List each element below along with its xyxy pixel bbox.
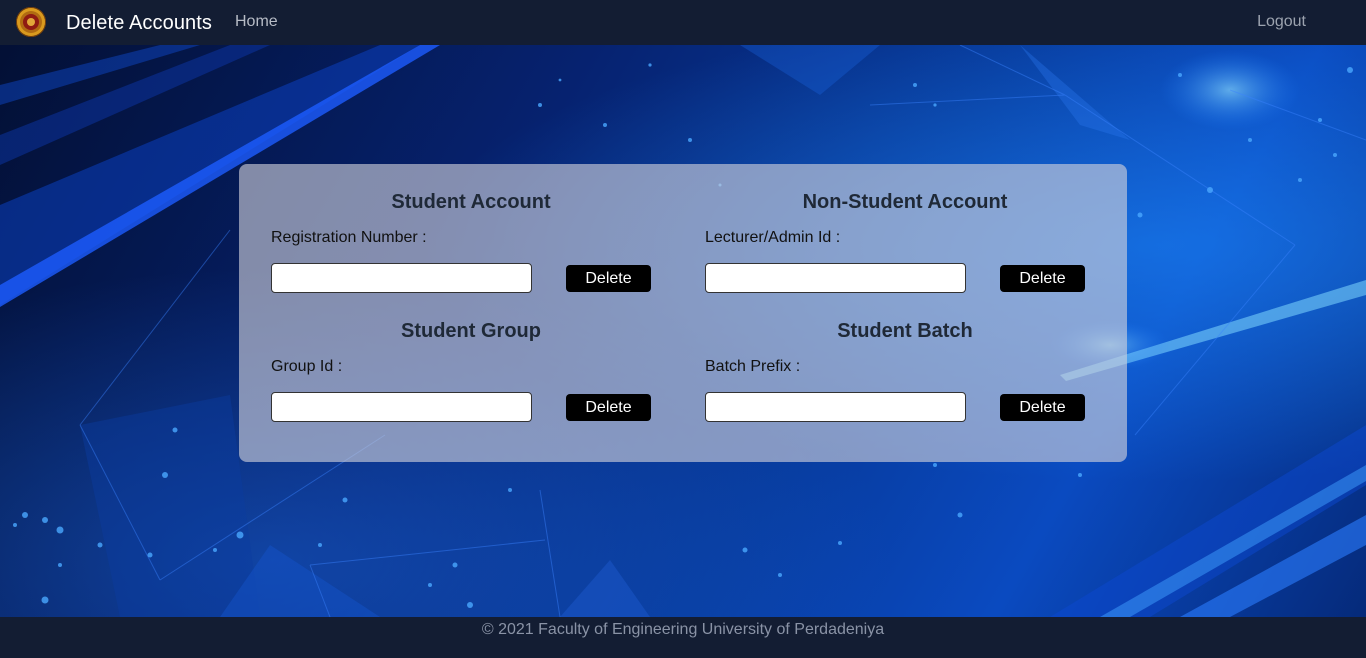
delete-student-group-button[interactable]: Delete <box>566 394 651 421</box>
batch-prefix-label: Batch Prefix : <box>705 358 801 375</box>
delete-non-student-account-button[interactable]: Delete <box>1000 265 1085 292</box>
lecturer-admin-id-label: Lecturer/Admin Id : <box>705 229 841 246</box>
section-title-student-batch: Student Batch <box>837 320 973 342</box>
registration-number-label: Registration Number : <box>271 229 427 246</box>
logout-link[interactable]: Logout <box>1257 12 1306 32</box>
registration-number-input[interactable] <box>271 263 532 293</box>
lecturer-admin-id-input[interactable] <box>705 263 966 293</box>
batch-prefix-input[interactable] <box>705 392 966 422</box>
delete-student-batch-button[interactable]: Delete <box>1000 394 1085 421</box>
nav-link-home[interactable]: Home <box>235 12 278 32</box>
section-title-student-account: Student Account <box>391 191 551 213</box>
section-title-non-student-account: Non-Student Account <box>802 191 1008 213</box>
university-logo <box>16 7 46 37</box>
delete-student-account-button[interactable]: Delete <box>566 265 651 292</box>
copyright-text: © 2021 Faculty of Engineering University… <box>481 621 885 638</box>
page-title: Delete Accounts <box>66 12 213 34</box>
group-id-label: Group Id : <box>271 358 343 375</box>
page-footer: © 2021 Faculty of Engineering University… <box>0 617 1366 658</box>
group-id-input[interactable] <box>271 392 532 422</box>
delete-accounts-card: Student Account Registration Number : De… <box>239 164 1127 462</box>
section-title-student-group: Student Group <box>401 320 541 342</box>
top-navbar: Delete Accounts Home Logout <box>0 0 1366 45</box>
